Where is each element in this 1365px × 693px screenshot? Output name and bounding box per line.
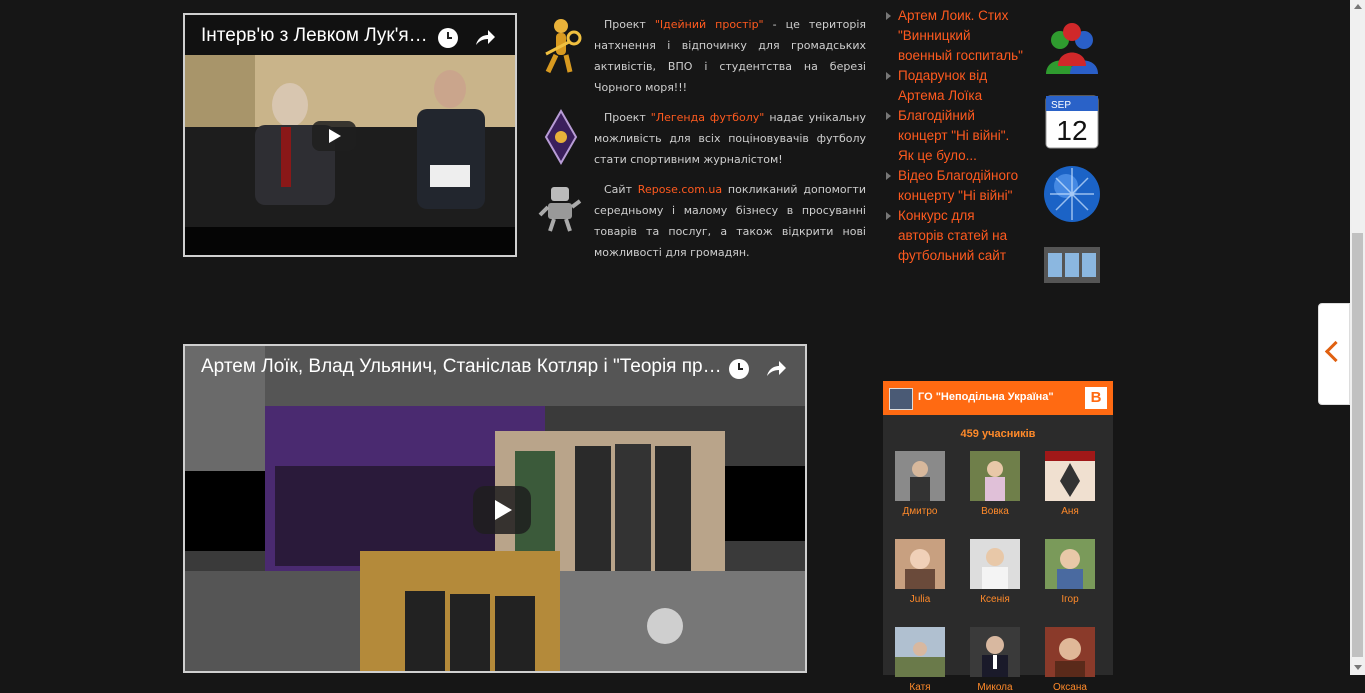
play-button[interactable] bbox=[312, 121, 356, 151]
news-link[interactable]: Конкурс для авторів статей на футбольний… bbox=[883, 206, 1023, 266]
svg-text:12: 12 bbox=[1056, 115, 1087, 146]
vk-logo-icon[interactable]: В bbox=[1085, 387, 1107, 409]
scroll-up-icon[interactable] bbox=[1354, 4, 1362, 9]
avatar bbox=[1045, 451, 1095, 501]
avatar bbox=[970, 451, 1020, 501]
group-name[interactable]: ГО "Неподільна Україна" bbox=[918, 391, 1054, 403]
project-item: Сайт Repose.com.ua покликаний допомогти … bbox=[536, 179, 866, 263]
video-title[interactable]: Інтерв'ю з Левком Лук'яненком bbox=[201, 25, 437, 47]
member-item[interactable]: Оксана bbox=[1045, 627, 1095, 693]
member-item[interactable]: Катя bbox=[895, 627, 945, 693]
member-item[interactable]: Julia bbox=[895, 539, 945, 605]
video-player-interview[interactable]: Інтерв'ю з Левком Лук'яненком bbox=[183, 13, 517, 257]
globe-icon[interactable] bbox=[1040, 162, 1104, 226]
member-item[interactable]: Дмитро bbox=[895, 451, 945, 517]
member-item[interactable]: Ігор bbox=[1045, 539, 1095, 605]
member-item[interactable]: Вовка bbox=[970, 451, 1020, 517]
avatar bbox=[895, 627, 945, 677]
project-link-ideyny-prostir[interactable]: "Ідейний простір" bbox=[655, 18, 764, 31]
clock-icon[interactable] bbox=[726, 356, 752, 382]
clock-icon[interactable] bbox=[435, 25, 461, 51]
vk-group-widget: ГО "Неподільна Україна" В 459 учасників … bbox=[883, 381, 1113, 693]
svg-text:SEP: SEP bbox=[1051, 100, 1071, 111]
project-link-repose[interactable]: Repose.com.ua bbox=[638, 183, 722, 196]
members-grid: Дмитро Вовка Аня Julia Ксенія Ігор Катя … bbox=[895, 451, 1105, 693]
scroll-down-icon[interactable] bbox=[1354, 665, 1362, 670]
news-list: Артем Лоик. Стих "Винницкий военный госп… bbox=[883, 6, 1023, 266]
project-link-legenda-futbolu[interactable]: "Легенда футболу" bbox=[651, 111, 765, 124]
side-panel-toggle[interactable] bbox=[1318, 303, 1350, 405]
avatar bbox=[895, 539, 945, 589]
chevron-left-icon bbox=[1324, 340, 1347, 363]
scrollbar-thumb[interactable] bbox=[1352, 233, 1363, 657]
news-link[interactable]: Благодійний концерт "Ні війні". Як це бу… bbox=[883, 106, 1023, 166]
robot-figure-icon bbox=[538, 187, 582, 232]
play-button[interactable] bbox=[473, 486, 531, 534]
project-item: Проект "Легенда футболу" надає унікальну… bbox=[536, 107, 866, 170]
golden-key-figure-icon bbox=[545, 19, 582, 74]
users-icon[interactable] bbox=[1040, 18, 1104, 82]
members-count: 459 учасників bbox=[960, 428, 1036, 440]
group-logo-icon bbox=[889, 388, 913, 410]
avatar bbox=[970, 627, 1020, 677]
projects-list: Проект "Ідейний простір" - це територія … bbox=[536, 14, 866, 272]
news-link[interactable]: Відео Благодійного концерту "Ні війні" bbox=[883, 166, 1023, 206]
page-scrollbar[interactable] bbox=[1350, 0, 1365, 675]
film-icon[interactable] bbox=[1040, 233, 1104, 297]
member-item[interactable]: Микола bbox=[970, 627, 1020, 693]
project-item: Проект "Ідейний простір" - це територія … bbox=[536, 14, 866, 98]
news-link[interactable]: Артем Лоик. Стих "Винницкий военный госп… bbox=[883, 6, 1023, 66]
share-icon[interactable] bbox=[472, 25, 498, 51]
diamond-logo-icon bbox=[544, 108, 578, 166]
avatar bbox=[1045, 539, 1095, 589]
vk-widget-header[interactable]: ГО "Неподільна Україна" В bbox=[883, 381, 1113, 415]
video-player-concert[interactable]: Артем Лоїк, Влад Ульянич, Станіслав Котл… bbox=[183, 344, 807, 673]
video-title[interactable]: Артем Лоїк, Влад Ульянич, Станіслав Котл… bbox=[201, 356, 723, 378]
share-icon[interactable] bbox=[763, 356, 789, 382]
calendar-icon[interactable]: SEP 12 bbox=[1040, 88, 1104, 152]
member-item[interactable]: Ксенія bbox=[970, 539, 1020, 605]
avatar bbox=[895, 451, 945, 501]
member-item[interactable]: Аня bbox=[1045, 451, 1095, 517]
news-link[interactable]: Подарунок від Артема Лоїка bbox=[883, 66, 1023, 106]
avatar bbox=[1045, 627, 1095, 677]
avatar bbox=[970, 539, 1020, 589]
